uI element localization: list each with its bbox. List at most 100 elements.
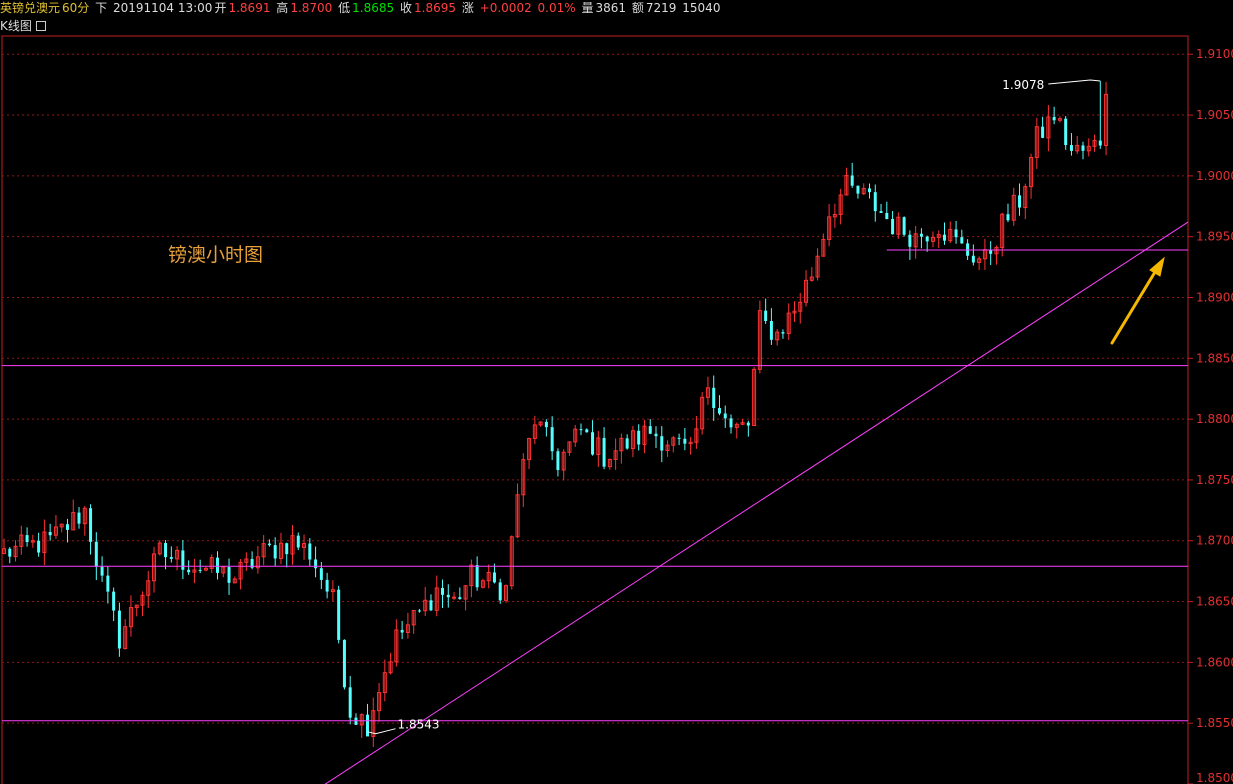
candle-body [683, 438, 687, 444]
candle-body [94, 541, 98, 567]
high-label: 高 [276, 1, 289, 15]
candle-body [342, 639, 346, 688]
y-tick-label: 1.8650 [1196, 595, 1233, 609]
quote-info-bar: 英镑兑澳元 60分 下 20191104 13:00 开 1.8691 高 1.8700… [0, 0, 1233, 17]
candle-body [769, 321, 773, 340]
high-value: 1.8700 [290, 1, 333, 15]
y-tick-label: 1.9050 [1196, 108, 1233, 122]
candle-body [856, 185, 860, 194]
period-label[interactable]: 60分 [62, 1, 89, 15]
high-value-label: 1.9078 [1002, 78, 1044, 92]
candle-body [458, 597, 462, 600]
candle-body [781, 332, 785, 334]
candle-body [585, 429, 589, 433]
arrow-head-icon [1149, 256, 1165, 277]
candle-body [971, 255, 975, 263]
y-tick-label: 1.8500 [1196, 771, 1233, 784]
candle-body [400, 629, 404, 633]
y-tick-label: 1.8800 [1196, 412, 1233, 426]
candle-body [717, 408, 721, 414]
candle-body [227, 566, 231, 583]
candle-body [1098, 140, 1102, 146]
y-tick-label: 1.8600 [1196, 655, 1233, 669]
candle-body [187, 569, 191, 573]
candle-body [648, 426, 652, 434]
candle-body [354, 717, 358, 725]
candle-body [348, 687, 352, 718]
y-tick-label: 1.8750 [1196, 473, 1233, 487]
candle-body [296, 535, 300, 548]
candle-body [8, 548, 12, 557]
candle-body [215, 557, 219, 573]
y-tick-label: 1.9100 [1196, 47, 1233, 61]
open-value: 1.8691 [228, 1, 271, 15]
candle-body [325, 579, 329, 592]
low-value-label: 1.8543 [398, 718, 440, 732]
candle-body [637, 430, 641, 445]
candle-body [729, 418, 733, 428]
close-value: 1.8695 [414, 1, 456, 15]
datetime-value: 20191104 13:00 [112, 1, 213, 15]
open-label: 开 [214, 1, 227, 15]
candle-body [112, 591, 116, 611]
candle-body [273, 545, 277, 559]
candle-body [164, 542, 168, 558]
amount-value: 7219 [645, 1, 677, 15]
low-value: 1.8685 [352, 1, 395, 15]
panel-title-bar: K线图 [0, 18, 46, 34]
candle-body [117, 610, 121, 649]
candle-body [475, 565, 479, 588]
candle-body [181, 550, 185, 570]
trend-line [324, 221, 1189, 784]
candle-body [746, 422, 750, 426]
candle-body [452, 596, 457, 599]
candle-body [660, 436, 664, 451]
change-value: +0.0002 [479, 1, 532, 15]
chart-caption: 镑澳小时图 [168, 244, 264, 266]
candle-body [48, 532, 52, 536]
candle-body [1052, 116, 1056, 121]
candle-body [550, 427, 554, 452]
candle-body [441, 587, 445, 595]
candle-body [544, 421, 548, 428]
candle-body [1081, 145, 1085, 151]
candle-body [873, 192, 877, 212]
symbol-name[interactable]: 英镑兑澳元 [0, 1, 60, 15]
amount-label: 额 [631, 1, 644, 15]
candle-body [654, 433, 658, 437]
change-label: 涨 [461, 1, 474, 15]
candle-body [267, 543, 271, 546]
candle-body [100, 566, 104, 576]
low-label: 低 [338, 1, 351, 15]
candle-body [850, 175, 854, 186]
candle-body [868, 188, 871, 193]
candle-body [366, 714, 370, 737]
candle-body [764, 310, 768, 322]
candle-body [89, 508, 93, 542]
candle-body [1041, 126, 1045, 138]
high-marker-line [1048, 79, 1101, 85]
extra-value: 15040 [682, 1, 721, 15]
candle-body [446, 594, 450, 598]
candle-body [498, 582, 502, 601]
candle-body [37, 540, 41, 553]
candle-body [908, 234, 912, 247]
candle-body [65, 524, 69, 530]
y-tick-label: 1.8700 [1196, 534, 1233, 548]
candle-body [902, 217, 906, 235]
candle-body [198, 569, 202, 571]
y-tick-label: 1.8900 [1196, 290, 1233, 304]
candle-body [314, 559, 318, 569]
y-tick-label: 1.9000 [1196, 169, 1233, 183]
panel-toggle-icon[interactable] [35, 21, 46, 31]
candlestick-chart[interactable]: 1.9100 1.9050 1.9000 1.8950 1.8900 1.8850 1.88… [0, 0, 1233, 784]
candle-body [337, 589, 341, 640]
sub-label[interactable]: 下 [95, 1, 107, 15]
candle-body [169, 557, 173, 559]
candle-body [960, 237, 964, 244]
candle-body [285, 543, 289, 555]
panel-title: K线图 [0, 19, 32, 33]
candle-body [919, 233, 923, 237]
candle-body [25, 535, 29, 543]
candle-body [891, 219, 895, 235]
